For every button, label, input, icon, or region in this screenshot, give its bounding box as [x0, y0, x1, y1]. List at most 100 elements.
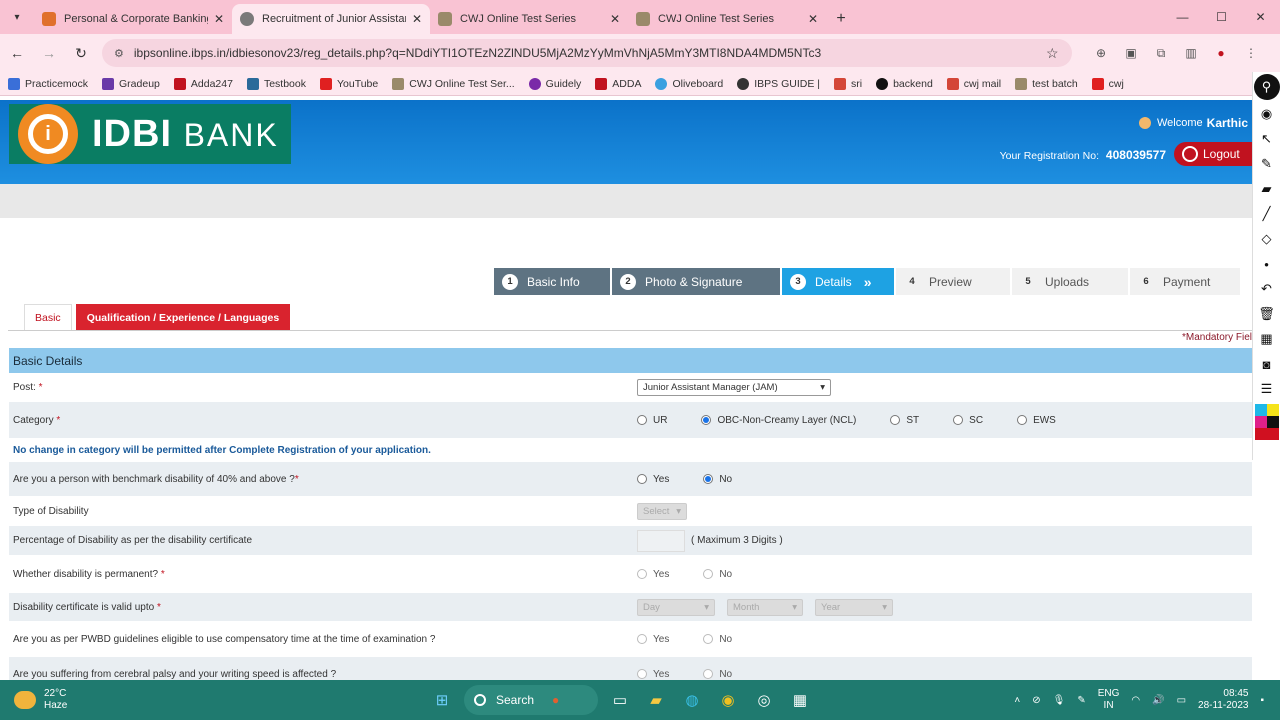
category-radio-st[interactable]: ST — [890, 415, 919, 426]
profile-avatar-icon[interactable]: ● — [1208, 40, 1234, 66]
language-indicator[interactable]: ENG IN — [1098, 688, 1120, 712]
bookmark-item[interactable]: ADDA — [595, 77, 641, 90]
cursor-icon[interactable]: ↖ — [1256, 128, 1278, 150]
extension-icon[interactable]: ⊕ — [1088, 40, 1114, 66]
menu-icon[interactable]: ⋮ — [1238, 40, 1264, 66]
pen-icon[interactable]: ✎ — [1256, 153, 1278, 175]
close-tab-icon[interactable]: ✕ — [412, 12, 422, 26]
app-icon[interactable]: ◎ — [748, 684, 780, 716]
bookmark-item[interactable]: cwj mail — [946, 77, 1001, 90]
permanent-radio-yes[interactable]: Yes — [637, 569, 669, 580]
close-tab-icon[interactable]: ✕ — [214, 12, 224, 26]
network-off-icon[interactable]: ⊘ — [1032, 695, 1040, 706]
step-uploads[interactable]: 5 Uploads — [1012, 268, 1128, 295]
maximize-icon[interactable]: ☐ — [1202, 0, 1241, 34]
battery-icon[interactable]: ▭ — [1177, 695, 1186, 706]
logout-button[interactable]: Logout — [1174, 142, 1252, 166]
bookmark-item[interactable]: CWJ Online Test Ser... — [392, 77, 515, 90]
line-icon[interactable]: ╱ — [1256, 203, 1278, 225]
camera-icon[interactable]: ◙ — [1256, 353, 1278, 375]
category-radio-ur[interactable]: UR — [637, 415, 667, 426]
bookmark-item[interactable]: Gradeup — [102, 77, 160, 90]
notes-icon[interactable]: ☰ — [1256, 378, 1278, 400]
bookmark-item[interactable]: test batch — [1015, 77, 1078, 90]
disability-type-select[interactable]: Select ▾ — [637, 502, 687, 520]
color-swatch-black[interactable] — [1266, 416, 1279, 428]
undo-icon[interactable]: ↶ — [1256, 278, 1278, 300]
color-swatch-yellow[interactable] — [1266, 404, 1279, 416]
bookmark-item[interactable]: Adda247 — [173, 77, 233, 90]
bookmark-item[interactable]: Practicemock — [8, 77, 88, 90]
weather-widget[interactable]: 22°C Haze — [14, 688, 67, 712]
step-photo-signature[interactable]: 2 Photo & Signature — [612, 268, 780, 295]
dot-icon[interactable]: • — [1256, 253, 1278, 275]
task-view-icon[interactable]: ▭ — [604, 684, 636, 716]
bookmark-item[interactable]: Guidely — [528, 77, 581, 90]
palsy-radio-yes[interactable]: Yes — [637, 669, 669, 680]
close-tab-icon[interactable]: ✕ — [610, 12, 620, 26]
chevron-up-icon[interactable]: ˄ — [1014, 695, 1020, 706]
color-swatch-cyan[interactable] — [1254, 404, 1267, 416]
new-tab-icon[interactable]: + — [826, 4, 856, 34]
highlighter-icon[interactable]: ▰ — [1256, 178, 1278, 200]
browser-tab-1[interactable]: Personal & Corporate Banking ✕ — [34, 4, 232, 34]
whiteboard-icon[interactable]: ▦ — [1256, 328, 1278, 350]
browser-tab-2[interactable]: Recruitment of Junior Assistant ✕ — [232, 4, 430, 34]
pin-icon[interactable]: ⚲ — [1253, 74, 1280, 100]
browser-tab-3[interactable]: CWJ Online Test Series ✕ — [430, 4, 628, 34]
trash-icon[interactable]: 🗑 — [1256, 303, 1278, 325]
disability-percent-input[interactable] — [637, 529, 685, 552]
validity-day-select[interactable]: Day ▾ — [637, 598, 715, 616]
compensatory-radio-yes[interactable]: Yes — [637, 634, 669, 645]
validity-month-select[interactable]: Month ▾ — [727, 598, 803, 616]
eye-icon[interactable]: ◉ — [1256, 103, 1278, 125]
file-explorer-icon[interactable]: ▰ — [640, 684, 672, 716]
bookmark-item[interactable]: IBPS GUIDE | — [737, 77, 820, 90]
category-radio-sc[interactable]: SC — [953, 415, 983, 426]
windows-start-icon[interactable]: ⊞ — [426, 684, 458, 716]
reload-icon[interactable]: ↻ — [66, 38, 96, 68]
taskbar-search[interactable]: Search ● — [464, 685, 598, 715]
tab-basic[interactable]: Basic — [24, 304, 72, 330]
chrome-icon[interactable]: ◉ — [712, 684, 744, 716]
close-tab-icon[interactable]: ✕ — [808, 12, 818, 26]
browser-tab-4[interactable]: CWJ Online Test Series ✕ — [628, 4, 826, 34]
tab-qualification[interactable]: Qualification / Experience / Languages — [75, 304, 291, 330]
forward-icon[interactable]: → — [34, 38, 64, 68]
permanent-radio-no[interactable]: No — [703, 569, 732, 580]
bookmark-item[interactable]: sri — [834, 77, 862, 90]
puzzle-icon[interactable]: ⧉ — [1148, 40, 1174, 66]
color-swatch-red[interactable] — [1266, 428, 1279, 440]
bookmark-item[interactable]: YouTube — [319, 77, 378, 90]
side-panel-icon[interactable]: ▥ — [1178, 40, 1204, 66]
address-bar[interactable]: ⚙ ibpsonline.ibps.in/idbiesonov23/reg_de… — [102, 39, 1072, 67]
pen-tray-icon[interactable]: ✎ — [1077, 695, 1085, 706]
close-window-icon[interactable]: ✕ — [1241, 0, 1280, 34]
notification-icon[interactable]: ▪ — [1260, 695, 1264, 706]
disability-radio-yes[interactable]: Yes — [637, 474, 669, 485]
disability-radio-no[interactable]: No — [703, 474, 732, 485]
validity-year-select[interactable]: Year ▾ — [815, 598, 893, 616]
step-details[interactable]: 3 Details» — [782, 268, 894, 295]
category-radio-obc-ncl[interactable]: OBC-Non-Creamy Layer (NCL) — [701, 415, 856, 426]
step-preview[interactable]: 4 Preview — [896, 268, 1010, 295]
extension-icon[interactable]: ▣ — [1118, 40, 1144, 66]
url-text[interactable]: ibpsonline.ibps.in/idbiesonov23/reg_deta… — [134, 46, 1046, 60]
microphone-icon[interactable]: 🎙 — [1053, 695, 1066, 706]
color-swatch-red[interactable] — [1254, 428, 1267, 440]
volume-icon[interactable]: 🔊 — [1152, 695, 1164, 706]
bookmark-item[interactable]: Oliveboard — [655, 77, 723, 90]
eraser-icon[interactable]: ◇ — [1256, 228, 1278, 250]
clock[interactable]: 08:45 28-11-2023 — [1198, 688, 1248, 712]
step-payment[interactable]: 6 Payment — [1130, 268, 1240, 295]
step-basic-info[interactable]: 1 Basic Info — [494, 268, 610, 295]
bookmark-item[interactable]: backend — [876, 77, 933, 90]
color-swatch-magenta[interactable] — [1254, 416, 1267, 428]
edge-icon[interactable]: ◍ — [676, 684, 708, 716]
compensatory-radio-no[interactable]: No — [703, 634, 732, 645]
wifi-icon[interactable]: ◠ — [1131, 695, 1140, 706]
calculator-icon[interactable]: ▦ — [784, 684, 816, 716]
category-radio-ews[interactable]: EWS — [1017, 415, 1056, 426]
tab-search-dropdown-icon[interactable]: ▾ — [0, 0, 34, 34]
post-select[interactable]: Junior Assistant Manager (JAM) ▾ — [637, 379, 831, 396]
